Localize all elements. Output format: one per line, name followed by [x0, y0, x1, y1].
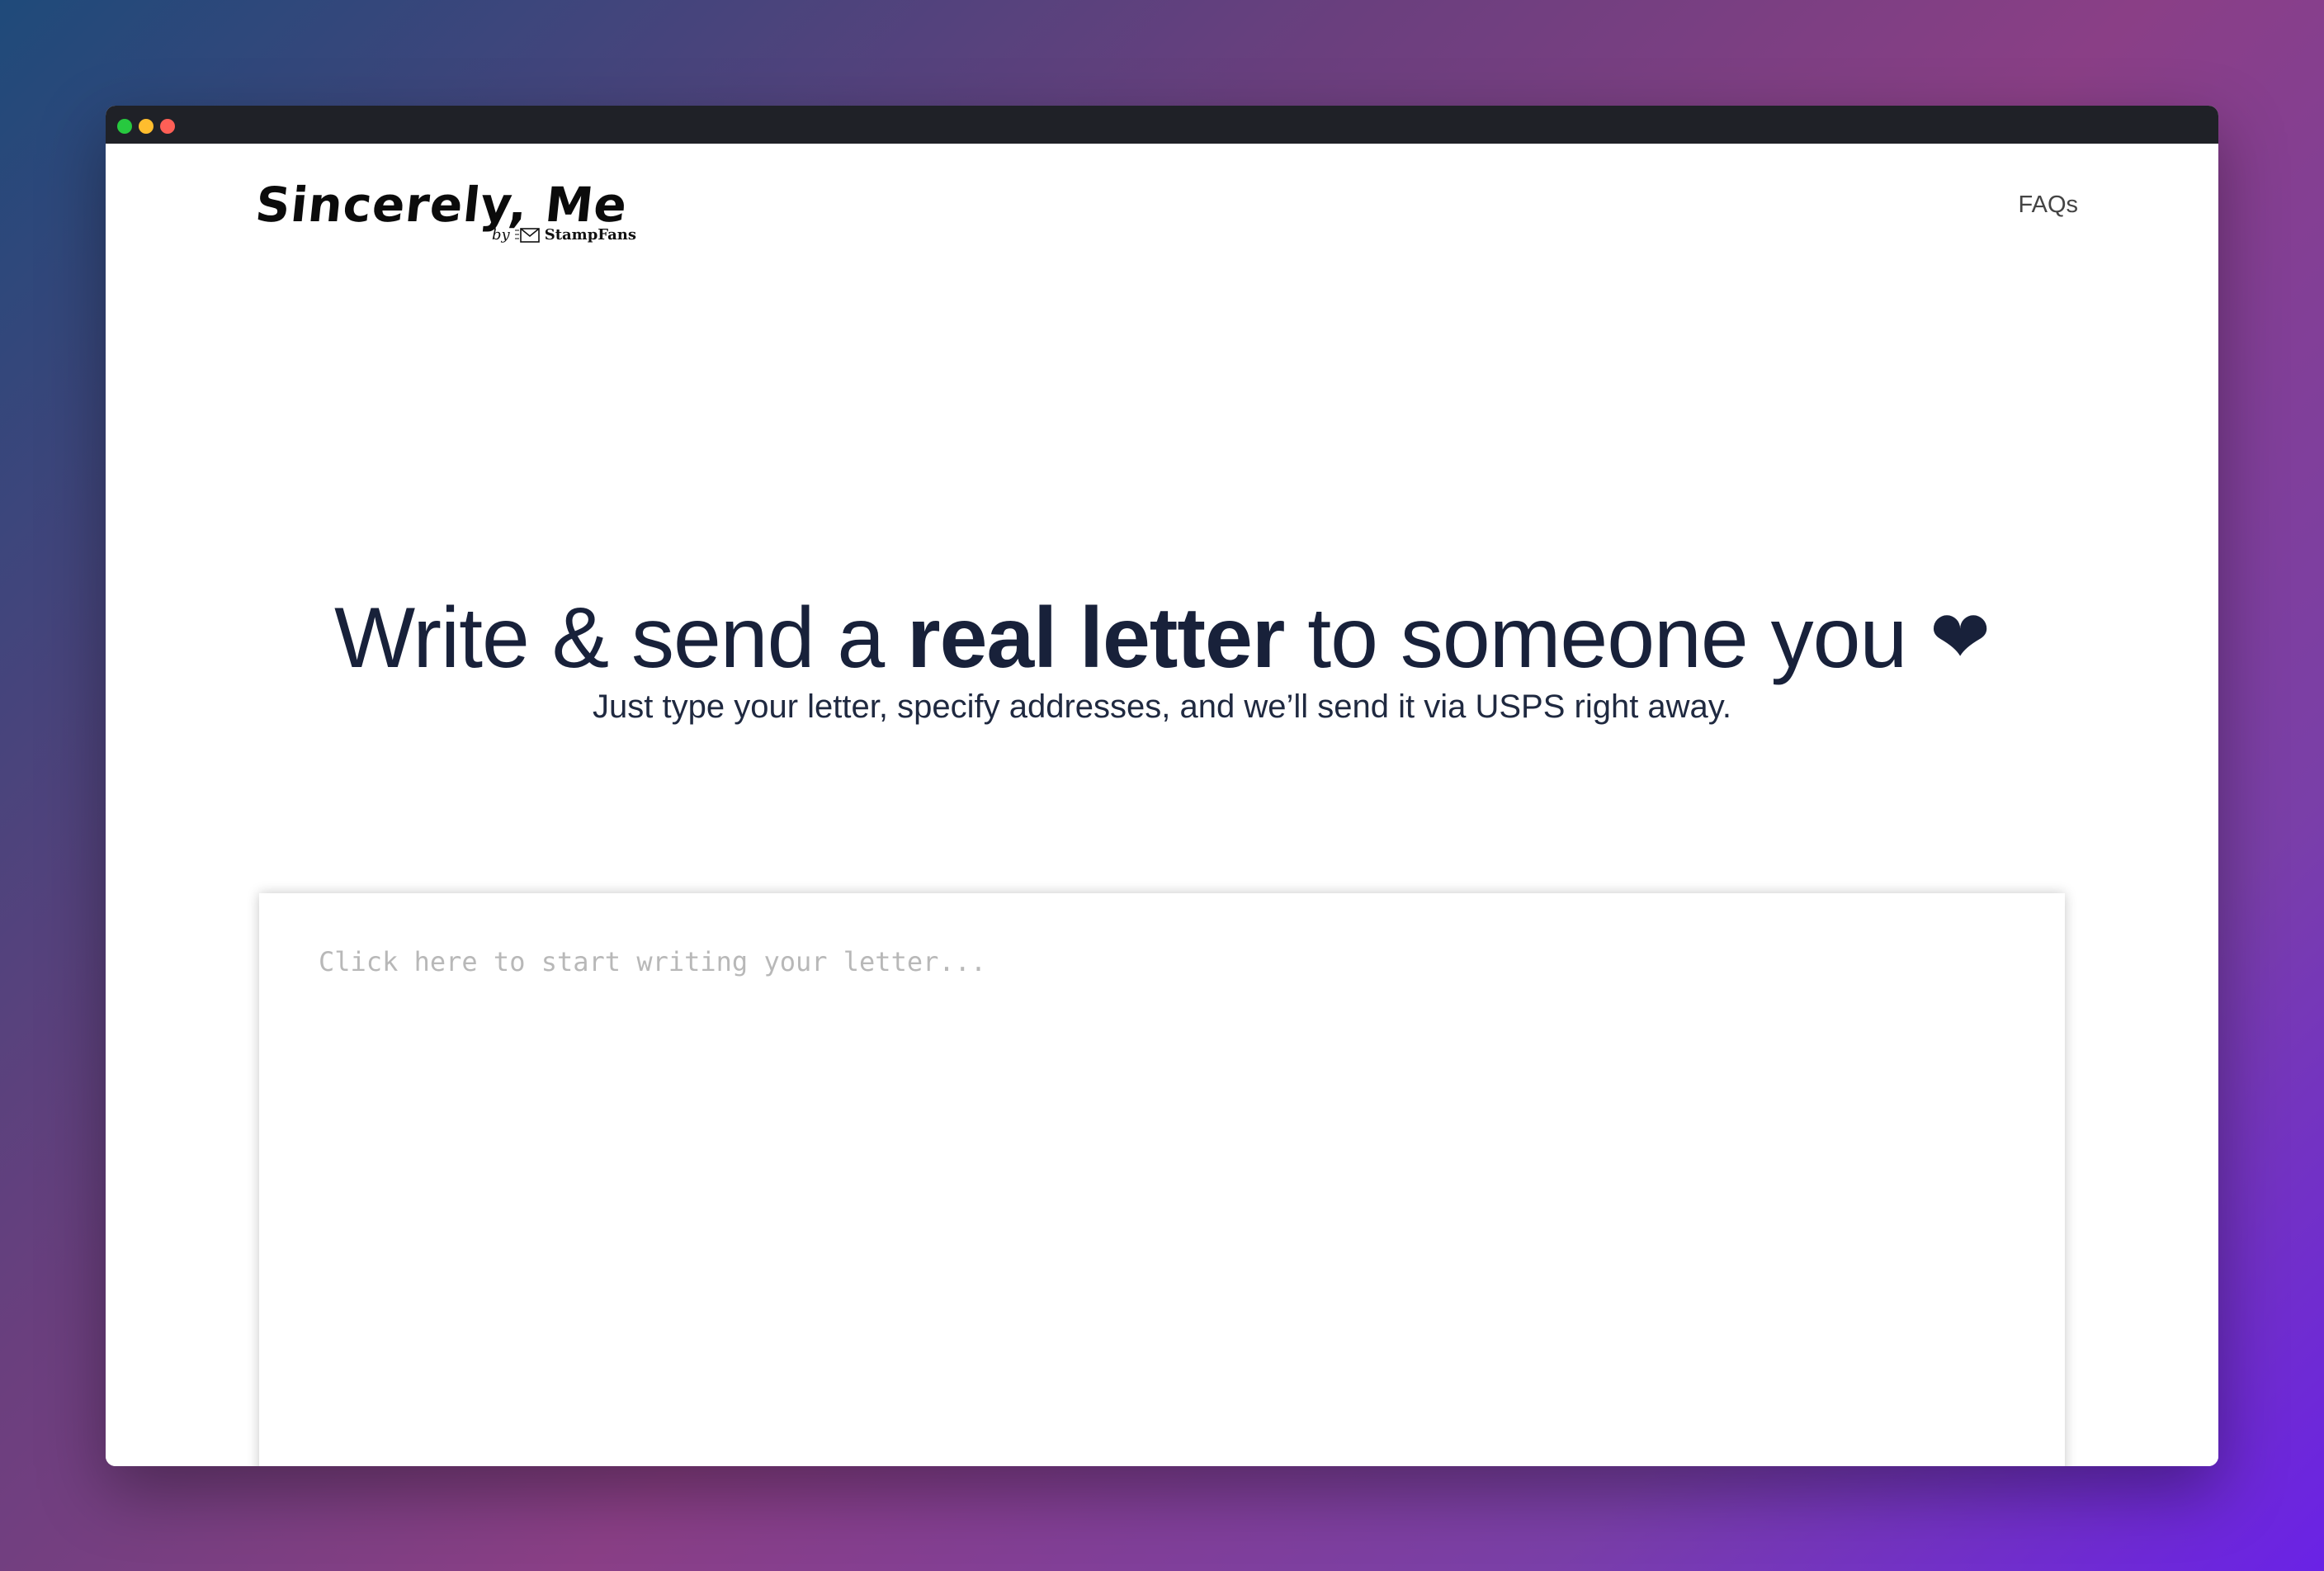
logo-byline: by StampFans [492, 226, 636, 244]
letter-textarea[interactable] [259, 893, 2065, 1466]
window-maximize-button[interactable] [117, 119, 132, 134]
logo-title: Sincerely, Me [253, 177, 631, 233]
window-close-button[interactable] [160, 119, 175, 134]
logo-by-text: by [492, 226, 510, 244]
page-content: Sincerely, Me by StampFans FAQs Write & … [106, 144, 2218, 1466]
window-titlebar [106, 106, 2218, 144]
letter-editor-card [259, 893, 2065, 1466]
window-minimize-button[interactable] [139, 119, 154, 134]
hero-title: Write & send a real letter to someone yo… [106, 589, 2218, 688]
nav-faqs-link[interactable]: FAQs [2018, 192, 2078, 219]
hero-title-post: to someone you [1284, 589, 1930, 686]
hero-subtitle: Just type your letter, specify addresses… [593, 688, 1731, 725]
hero-title-bold: real letter [907, 589, 1285, 686]
logo-brand-text: StampFans [544, 226, 636, 244]
browser-window: Sincerely, Me by StampFans FAQs Write & … [106, 106, 2218, 1466]
heart-icon: ❤ [1930, 595, 1991, 678]
hero-title-pre: Write & send a [334, 589, 908, 686]
envelope-icon [514, 227, 540, 243]
site-logo[interactable]: Sincerely, Me by StampFans [253, 177, 644, 253]
